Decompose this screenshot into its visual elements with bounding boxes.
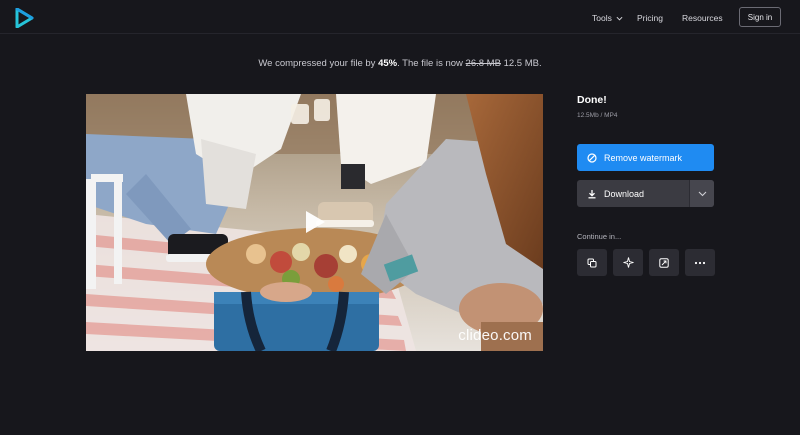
chevron-down-icon — [616, 16, 623, 20]
download-options-toggle[interactable] — [689, 180, 714, 207]
prohibited-icon — [587, 152, 597, 163]
result-panel: Done! 12.5Mb / MP4 Remove watermark Down… — [577, 94, 715, 276]
download-button[interactable]: Download — [577, 180, 714, 207]
resize-tool-button[interactable] — [649, 249, 679, 276]
download-icon — [588, 189, 596, 198]
new-file-size: 12.5 MB. — [500, 58, 542, 69]
compression-percent: 45% — [378, 58, 398, 69]
continue-in-label: Continue in... — [577, 232, 622, 241]
sign-in-button[interactable]: Sign in — [739, 7, 781, 27]
clideo-logo-icon[interactable] — [14, 8, 34, 28]
more-tools-button[interactable] — [685, 249, 715, 276]
more-icon — [694, 261, 706, 264]
play-icon[interactable] — [303, 209, 327, 235]
watermark-text: clideo.com — [458, 327, 532, 344]
old-file-size: 26.8 MB — [465, 58, 501, 69]
nav-pricing-label: Pricing — [637, 13, 663, 23]
sparkle-icon — [622, 257, 634, 268]
nav-pricing[interactable]: Pricing — [637, 13, 663, 23]
done-title: Done! — [577, 94, 607, 106]
download-label: Download — [604, 188, 645, 199]
message-middle: . The file is now — [397, 58, 466, 69]
chevron-down-icon — [698, 191, 706, 196]
enhance-tool-button[interactable] — [613, 249, 643, 276]
continue-tools — [577, 249, 715, 276]
top-header: Tools Pricing Resources Sign in — [0, 0, 800, 34]
nav-resources[interactable]: Resources — [682, 13, 723, 23]
copy-icon — [587, 258, 597, 267]
compression-message: We compressed your file by 45%. The file… — [0, 58, 800, 69]
remove-watermark-button[interactable]: Remove watermark — [577, 144, 714, 171]
copy-tool-button[interactable] — [577, 249, 607, 276]
nav-tools-label: Tools — [592, 13, 612, 23]
video-preview[interactable]: clideo.com — [86, 94, 543, 351]
nav-tools[interactable]: Tools — [592, 13, 623, 23]
nav-resources-label: Resources — [682, 13, 723, 23]
resize-icon — [659, 257, 669, 268]
remove-watermark-label: Remove watermark — [604, 152, 683, 163]
message-prefix: We compressed your file by — [258, 58, 379, 69]
file-meta: 12.5Mb / MP4 — [577, 112, 618, 119]
